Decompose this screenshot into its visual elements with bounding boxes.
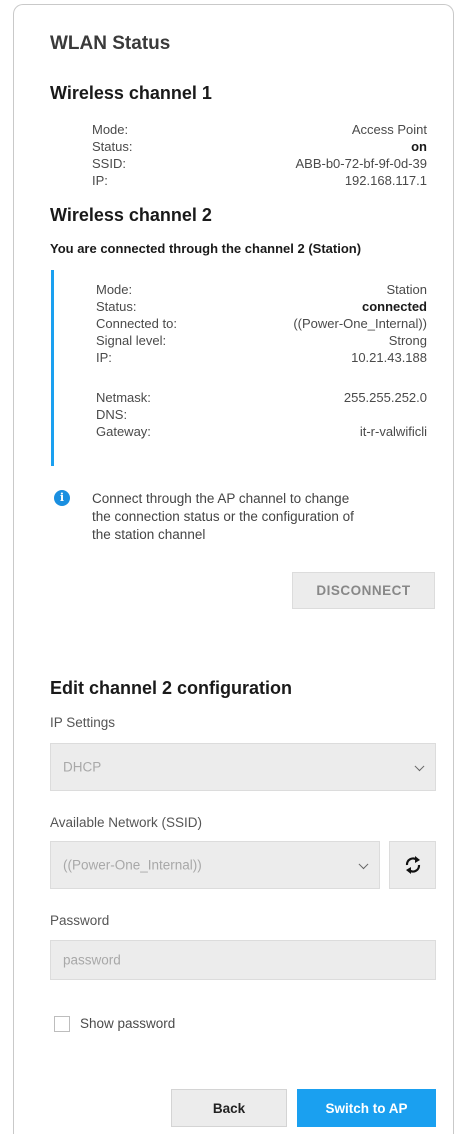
ch1-mode-label: Mode:: [92, 122, 129, 137]
chevron-down-icon: [414, 761, 425, 772]
info-line-2: the connection status or the configurati…: [92, 509, 354, 524]
password-placeholder: password: [63, 952, 121, 968]
ip-settings-value: DHCP: [63, 759, 102, 775]
channel1-heading: Wireless channel 1: [50, 83, 212, 103]
show-password-label: Show password: [80, 1016, 176, 1031]
ch1-ssid-label: SSID:: [92, 156, 126, 171]
wlan-status-panel: WLAN Status Wireless channel 1 Mode: Acc…: [13, 4, 454, 1134]
ch1-mode-value: Access Point: [351, 122, 427, 137]
ip-settings-select[interactable]: DHCP: [50, 743, 436, 791]
ch2-connected-to-value: ((Power-One_Internal)): [293, 316, 427, 331]
ch2-connected-to-label: Connected to:: [96, 316, 177, 331]
refresh-icon: [405, 856, 420, 874]
ch1-status-value: on: [411, 139, 427, 154]
ip-settings-label: IP Settings: [50, 715, 116, 730]
ch2-gateway-label: Gateway:: [96, 424, 151, 439]
info-line-3: the station channel: [92, 527, 206, 542]
channel2-heading: Wireless channel 2: [50, 205, 212, 225]
show-password-checkbox[interactable]: [54, 1016, 70, 1032]
ch2-signal-value: Strong: [388, 333, 427, 348]
ch2-netmask-value: 255.255.252.0: [343, 390, 427, 405]
password-field[interactable]: password: [50, 940, 436, 980]
password-label: Password: [50, 913, 110, 928]
ch2-mode-value: Station: [386, 282, 427, 297]
ch1-status-label: Status:: [92, 139, 133, 154]
ch2-dns-label: DNS:: [96, 407, 128, 422]
network-label: Available Network (SSID): [50, 815, 203, 830]
disconnect-button[interactable]: DISCONNECT: [292, 572, 435, 609]
edit-channel2-heading: Edit channel 2 configuration: [50, 678, 293, 698]
ch2-status-value: connected: [361, 299, 427, 314]
switch-to-ap-button[interactable]: Switch to AP: [297, 1089, 436, 1127]
chevron-down-icon: [358, 859, 369, 870]
ch2-status-label: Status:: [96, 299, 137, 314]
info-text: Connect through the AP channel to change…: [92, 490, 354, 544]
ch2-netmask-label: Netmask:: [96, 390, 151, 405]
ch1-ip-label: IP:: [92, 173, 108, 188]
connection-note: You are connected through the channel 2 …: [50, 241, 362, 256]
back-button[interactable]: Back: [171, 1089, 287, 1127]
refresh-networks-button[interactable]: [389, 841, 436, 889]
ch2-gateway-value: it-r-valwificli: [359, 424, 427, 439]
network-value: ((Power-One_Internal)): [63, 857, 202, 873]
ch1-ssid-value: ABB-b0-72-bf-9f-0d-39: [295, 156, 427, 171]
network-select[interactable]: ((Power-One_Internal)): [50, 841, 380, 889]
ch2-mode-label: Mode:: [96, 282, 133, 297]
channel2-accent-bar: [51, 270, 54, 466]
ch2-ip-label: IP:: [96, 350, 112, 365]
ch2-signal-label: Signal level:: [96, 333, 167, 348]
info-icon: i: [54, 490, 70, 506]
page-title: WLAN Status: [50, 33, 171, 54]
ch2-ip-value: 10.21.43.188: [351, 350, 427, 365]
info-line-1: Connect through the AP channel to change: [92, 491, 350, 506]
ch1-ip-value: 192.168.117.1: [344, 173, 427, 188]
